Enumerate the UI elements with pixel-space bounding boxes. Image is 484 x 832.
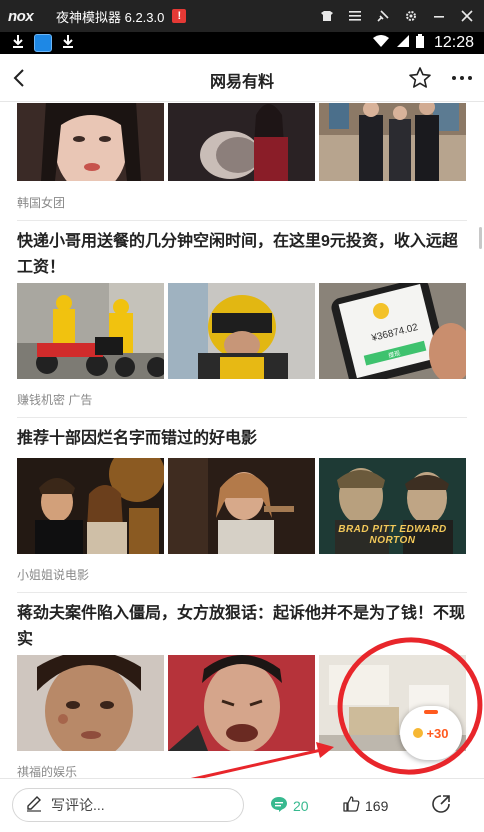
comment-placeholder: 写评论...	[51, 797, 105, 813]
reward-value: +30	[426, 725, 449, 741]
likes-count: 169	[365, 797, 389, 814]
minimize-icon[interactable]	[432, 9, 446, 23]
signal-icon	[396, 34, 410, 53]
nox-logo: nox	[8, 7, 34, 25]
thumbnail-image	[168, 458, 315, 554]
comments-count: 20	[293, 797, 309, 814]
favorite-star-icon[interactable]	[408, 66, 432, 90]
comment-bubble-icon	[270, 795, 288, 816]
emulator-title: 夜神模拟器 6.2.3.0	[56, 9, 165, 25]
card-divider	[17, 592, 467, 593]
reward-progress-ring	[424, 710, 438, 714]
thumbnail-image	[168, 655, 315, 751]
thumbnail-row: BRAD PITT EDWARD NORTON	[17, 458, 467, 554]
thumbnail-image	[17, 458, 164, 554]
card-divider	[17, 417, 467, 418]
thumbnail-row	[17, 103, 467, 181]
thumbnail-image	[17, 283, 164, 379]
pencil-icon	[25, 794, 43, 817]
coin-icon	[413, 728, 424, 738]
clock: 12:28	[433, 34, 474, 51]
thumbnail-image	[17, 655, 164, 751]
more-icon[interactable]	[448, 66, 476, 90]
card-source: 祺福的娱乐	[17, 765, 78, 778]
status-bar: 12:28	[0, 32, 484, 54]
card-divider	[17, 220, 467, 221]
download-icon	[62, 34, 74, 53]
poster-caption: BRAD PITT EDWARD NORTON	[338, 524, 447, 546]
share-icon[interactable]	[430, 793, 452, 815]
settings-gear-icon[interactable]	[404, 9, 418, 23]
bottom-action-bar: 写评论... 20 169	[0, 778, 484, 832]
like-button[interactable]: 169	[342, 795, 388, 816]
thumbnail-image	[168, 283, 315, 379]
menu-icon[interactable]	[348, 9, 362, 23]
battery-icon	[415, 33, 424, 53]
emulator-controls	[320, 0, 474, 32]
thumbnail-image	[168, 103, 315, 181]
comment-input[interactable]: 写评论...	[12, 788, 244, 822]
article-feed[interactable]: 韩国女团 快递小哥用送餐的几分钟空闲时间，在这里9元投资，收入远超工资！ ¥36…	[0, 103, 484, 778]
card-source: 韩国女团	[17, 196, 66, 210]
thumbnail-image	[17, 103, 164, 181]
app-notification-icon	[34, 34, 52, 52]
thumbnail-image	[319, 103, 466, 181]
pin-icon[interactable]	[376, 9, 390, 23]
emulator-title-bar: nox 夜神模拟器 6.2.3.0 !	[0, 0, 484, 32]
reward-coin-button[interactable]: +30	[400, 706, 462, 760]
thumbnail-image: ¥36874.02 提现	[319, 283, 466, 379]
card-source: 小姐姐说电影	[17, 568, 90, 582]
shirt-icon[interactable]	[320, 9, 334, 23]
alert-badge[interactable]: !	[172, 9, 187, 23]
card-title[interactable]: 快递小哥用送餐的几分钟空闲时间，在这里9元投资，收入远超工资！	[17, 229, 467, 281]
card-source: 赚钱机密 广告	[17, 393, 93, 407]
wifi-icon	[372, 34, 390, 53]
thumbnail-row: ¥36874.02 提现	[17, 283, 467, 379]
comments-button[interactable]: 20	[270, 795, 309, 816]
thumbs-up-icon	[342, 795, 360, 816]
thumbnail-image: BRAD PITT EDWARD NORTON	[319, 458, 466, 554]
card-title[interactable]: 蒋劲夫案件陷入僵局，女方放狠话：起诉他并不是为了钱！不现实	[17, 601, 467, 653]
card-title[interactable]: 推荐十部因烂名字而错过的好电影	[17, 426, 467, 452]
app-header: 网易有料	[0, 54, 484, 102]
scrollbar[interactable]	[479, 227, 482, 249]
close-icon[interactable]	[460, 9, 474, 23]
download-icon	[12, 34, 24, 53]
